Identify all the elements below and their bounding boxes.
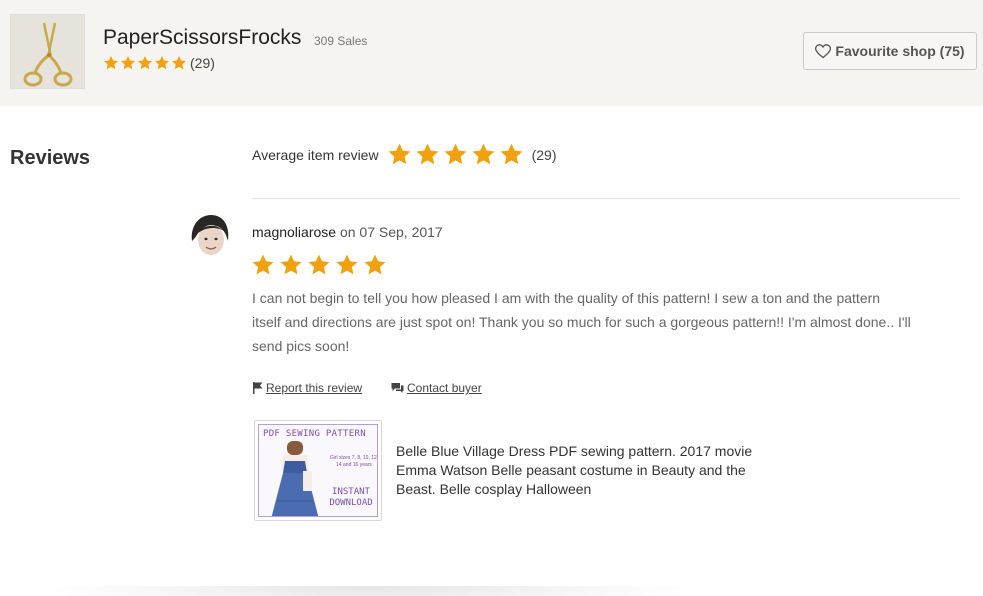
shop-rating-count: (29) (190, 55, 215, 71)
shop-logo[interactable] (10, 14, 85, 89)
shop-sales-count: 309 Sales (314, 34, 368, 48)
report-review-link[interactable]: Report this review (252, 381, 362, 395)
reviewer-line: magnoliarose on 07 Sep, 2017 (252, 224, 443, 240)
shop-rating: (29) (103, 55, 215, 71)
average-review-label: Average item review (252, 146, 379, 163)
star-icon (172, 56, 186, 70)
scissors-icon (11, 15, 84, 88)
report-review-label: Report this review (266, 381, 363, 395)
avatar-photo (186, 211, 234, 259)
star-icon (308, 254, 330, 275)
shop-rating-stars (103, 55, 187, 71)
shop-name[interactable]: PaperScissorsFrocks (103, 26, 301, 50)
star-icon (364, 254, 386, 275)
flag-icon (253, 382, 263, 394)
reviewer-name[interactable]: magnoliarose (252, 224, 336, 240)
star-icon (416, 143, 439, 165)
star-icon (280, 254, 302, 275)
average-review-count: (29) (531, 146, 557, 163)
conversation-icon (391, 383, 404, 393)
star-icon (252, 254, 274, 275)
shop-header: PaperScissorsFrocks 309 Sales (29) Favou… (0, 0, 983, 106)
listing-thumbnail-image: PDF SEWING PATTERN Girl sizes 7, 8, 10, … (258, 424, 378, 517)
heart-icon (815, 43, 832, 58)
average-item-review: Average item review (29) (252, 142, 556, 167)
star-icon (336, 254, 358, 275)
footer-shadow (40, 586, 700, 596)
contact-buyer-link[interactable]: Contact buyer (391, 381, 482, 395)
favourite-shop-label: Favourite shop (75) (835, 43, 965, 59)
dress-icon (271, 441, 319, 516)
star-icon (388, 143, 411, 165)
average-review-stars (387, 142, 524, 167)
star-icon (121, 56, 135, 70)
review-stars (251, 253, 387, 277)
star-icon (472, 143, 495, 165)
star-icon (104, 56, 118, 70)
reviewer-avatar[interactable] (186, 211, 234, 259)
thumbnail-heading: PDF SEWING PATTERN (263, 429, 366, 439)
contact-buyer-label: Contact buyer (407, 381, 482, 395)
thumbnail-sizes: Girl sizes 7, 8, 10, 12, 14 and 16 years (329, 455, 378, 468)
listing-title-link[interactable]: Belle Blue Village Dress PDF sewing patt… (396, 442, 776, 499)
star-icon (500, 143, 523, 165)
favourite-shop-button[interactable]: Favourite shop (75) (803, 32, 977, 70)
listing-thumbnail[interactable]: PDF SEWING PATTERN Girl sizes 7, 8, 10, … (254, 420, 382, 521)
thumbnail-instant-download: INSTANT DOWNLOAD (329, 487, 373, 508)
reviews-heading: Reviews (10, 147, 91, 169)
review-text: I can not begin to tell you how pleased … (252, 290, 911, 354)
star-icon (444, 143, 467, 165)
star-icon (138, 56, 152, 70)
star-icon (155, 56, 169, 70)
divider (252, 198, 960, 199)
review-date: on 07 Sep, 2017 (336, 224, 443, 240)
